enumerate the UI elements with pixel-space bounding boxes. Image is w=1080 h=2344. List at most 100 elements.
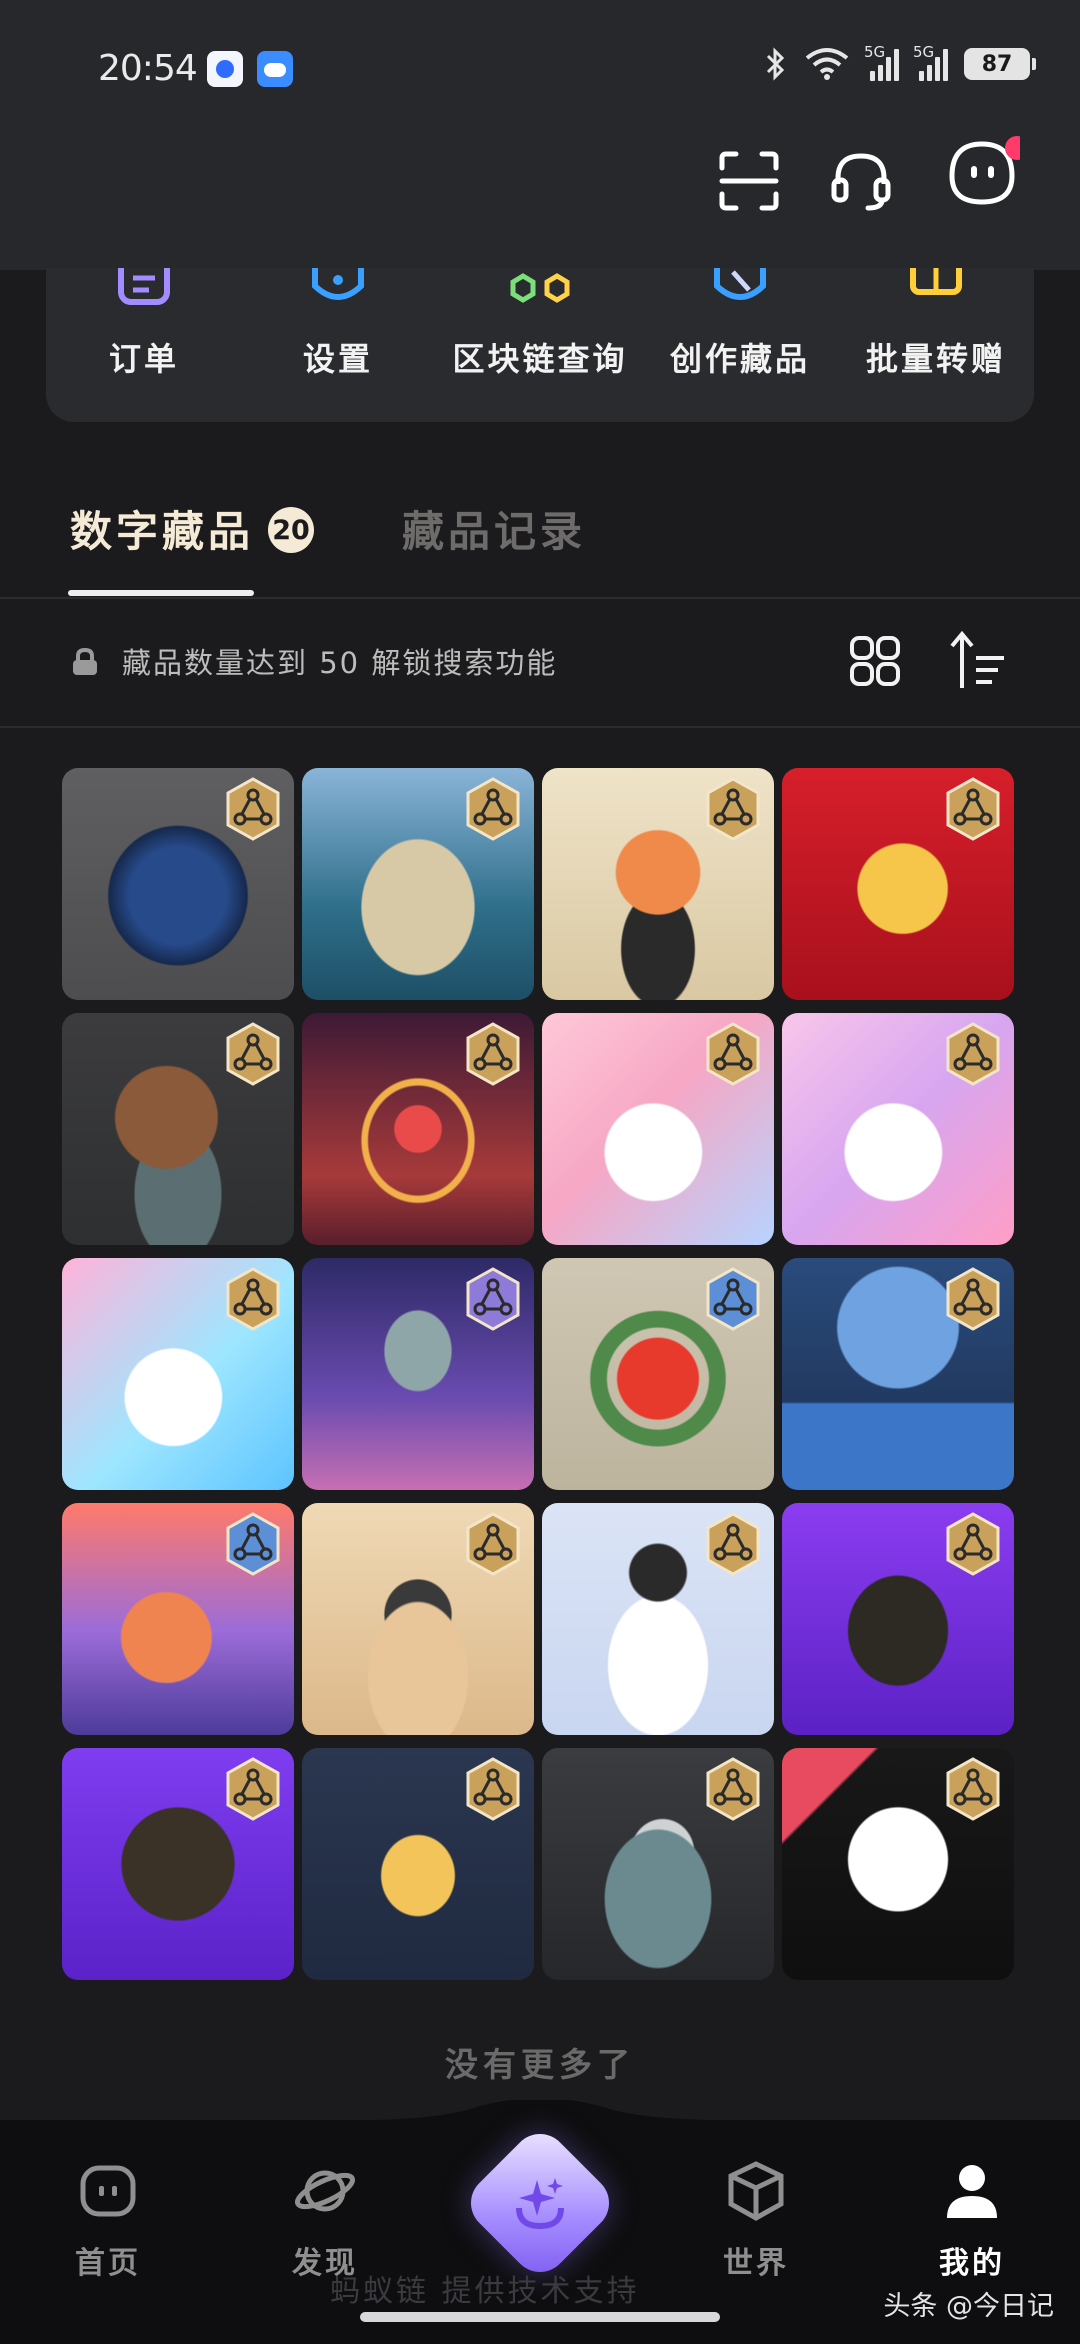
collectible-card-lucky-cat-coin[interactable]	[542, 1013, 774, 1245]
blockchain-badge-icon	[706, 1512, 760, 1576]
nav-label-home: 首页	[75, 2246, 141, 2281]
collectibles-grid	[62, 768, 1018, 1980]
status-time: 20:54	[98, 48, 198, 89]
collectible-card-purple-jade[interactable]	[302, 1258, 534, 1490]
profile-icon	[947, 2165, 997, 2218]
collectible-card-fu-wreath[interactable]	[542, 1258, 774, 1490]
scan-icon[interactable]	[716, 148, 782, 214]
nav-label-profile: 我的	[939, 2246, 1005, 2281]
cube-icon	[728, 2161, 784, 2221]
customer-service-icon[interactable]	[828, 148, 894, 214]
planet-icon	[294, 2170, 356, 2212]
menu-label-order: 订单	[108, 340, 179, 378]
nav-discover[interactable]: 发现	[255, 2158, 395, 2282]
wifi-icon	[805, 48, 849, 80]
collectible-card-lotus-island[interactable]	[302, 768, 534, 1000]
collectible-card-stamps-1976[interactable]	[62, 1748, 294, 1980]
gift-icon	[910, 268, 962, 295]
menu-label-create: 创作藏品	[669, 340, 810, 378]
network-type-2: 5G	[913, 43, 935, 61]
collectible-card-golden-money-tree[interactable]	[782, 768, 1014, 1000]
header-bar	[0, 130, 1080, 270]
tabs-divider	[0, 597, 1080, 599]
menu-item-order[interactable]: 订单	[54, 268, 234, 398]
battery-icon: 87	[964, 48, 1036, 80]
order-icon	[118, 268, 170, 305]
home-indicator[interactable]	[360, 2312, 720, 2322]
menu-label-blockchain: 区块链查询	[452, 340, 628, 378]
collectible-card-swallow-kite[interactable]	[782, 1748, 1014, 1980]
blockchain-badge-icon	[466, 777, 520, 841]
grid-view-icon[interactable]	[848, 634, 902, 688]
blockchain-badge-icon	[226, 1512, 280, 1576]
blockchain-badge-icon	[706, 1267, 760, 1331]
blockchain-badge-icon	[226, 1022, 280, 1086]
blockchain-badge-icon	[706, 1022, 760, 1086]
collectible-card-lucky-cat-200[interactable]	[782, 1013, 1014, 1245]
nav-label-world: 世界	[723, 2246, 789, 2281]
tab-collection-records[interactable]: 藏品记录	[402, 498, 586, 559]
create-icon	[714, 268, 766, 300]
blockchain-icon	[510, 273, 570, 303]
blockchain-badge-icon	[946, 777, 1000, 841]
network-type: 5G	[864, 43, 886, 61]
collectible-card-great-wall-pass[interactable]	[302, 1503, 534, 1735]
menu-item-settings[interactable]: 设置	[248, 268, 428, 398]
menu-item-blockchain[interactable]: 区块链查询	[450, 268, 630, 398]
nav-profile[interactable]: 我的	[902, 2158, 1042, 2282]
blockchain-badge-icon	[466, 1512, 520, 1576]
signal-icon: 5G	[864, 43, 899, 81]
blockchain-badge-icon	[706, 777, 760, 841]
blockchain-badge-icon	[226, 777, 280, 841]
blockchain-badge-icon	[466, 1267, 520, 1331]
menu-label-batch-gift: 批量转赠	[865, 340, 1006, 378]
app-screen: 20:54 5G 5G 87 订单 设置 区块链查询 创作藏品 批量转赠 数字藏…	[0, 0, 1080, 2344]
blockchain-badge-icon	[946, 1512, 1000, 1576]
tab-indicator	[68, 590, 254, 596]
collectible-card-steamboat[interactable]	[542, 1748, 774, 1980]
signal-icon-2: 5G	[913, 43, 948, 81]
collectible-card-walnut[interactable]	[62, 1013, 294, 1245]
baidu-app-icon	[207, 51, 243, 87]
menu-label-settings: 设置	[302, 340, 373, 378]
weather-app-icon	[257, 51, 293, 87]
tab-digital-collectibles[interactable]: 数字藏品	[70, 498, 254, 559]
collectible-card-cube-monsters[interactable]	[782, 1258, 1014, 1490]
collectible-card-stamps-1980[interactable]	[782, 1503, 1014, 1735]
settings-icon	[312, 268, 364, 300]
status-bar: 20:54 5G 5G 87	[0, 0, 1080, 130]
collectible-card-opera-doll[interactable]	[542, 1503, 774, 1735]
collectible-card-qilin[interactable]	[62, 768, 294, 1000]
nav-home[interactable]: 首页	[38, 2158, 178, 2282]
powered-by-text: 蚂蚁链 提供技术支持	[330, 2274, 640, 2309]
blockchain-badge-icon	[466, 1757, 520, 1821]
watermark-text: 头条 @今日记	[883, 2291, 1054, 2322]
collectible-card-city-tigers[interactable]	[302, 1748, 534, 1980]
menu-item-create[interactable]: 创作藏品	[650, 268, 830, 398]
blockchain-badge-icon	[706, 1757, 760, 1821]
collectible-card-rabbit[interactable]	[62, 1503, 294, 1735]
collectibles-count-badge: 20	[268, 507, 314, 553]
menu-item-batch-gift[interactable]: 批量转赠	[846, 268, 1026, 398]
unlock-search-notice: 藏品数量达到 50 解锁搜索功能	[122, 646, 558, 680]
message-avatar-icon[interactable]	[944, 134, 1020, 210]
bluetooth-icon	[766, 47, 785, 81]
blockchain-badge-icon	[226, 1267, 280, 1331]
blockchain-badge-icon	[946, 1757, 1000, 1821]
home-icon	[80, 2165, 136, 2217]
blockchain-badge-icon	[466, 1022, 520, 1086]
blockchain-badge-icon	[226, 1757, 280, 1821]
collectible-card-lucky-cat-100[interactable]	[62, 1258, 294, 1490]
nav-world[interactable]: 世界	[686, 2158, 826, 2282]
blockchain-badge-icon	[946, 1022, 1000, 1086]
no-more-text: 没有更多了	[445, 2045, 635, 2084]
sparkle-icon	[516, 2178, 564, 2230]
collectible-card-fortune-planet[interactable]	[302, 1013, 534, 1245]
sort-icon[interactable]	[948, 630, 1008, 692]
blockchain-badge-icon	[946, 1267, 1000, 1331]
notice-divider	[0, 726, 1080, 728]
lock-icon	[73, 648, 97, 675]
collectible-card-longevity-peach[interactable]	[542, 768, 774, 1000]
battery-level: 87	[981, 51, 1013, 77]
status-icons: 5G 5G 87	[764, 43, 1036, 82]
